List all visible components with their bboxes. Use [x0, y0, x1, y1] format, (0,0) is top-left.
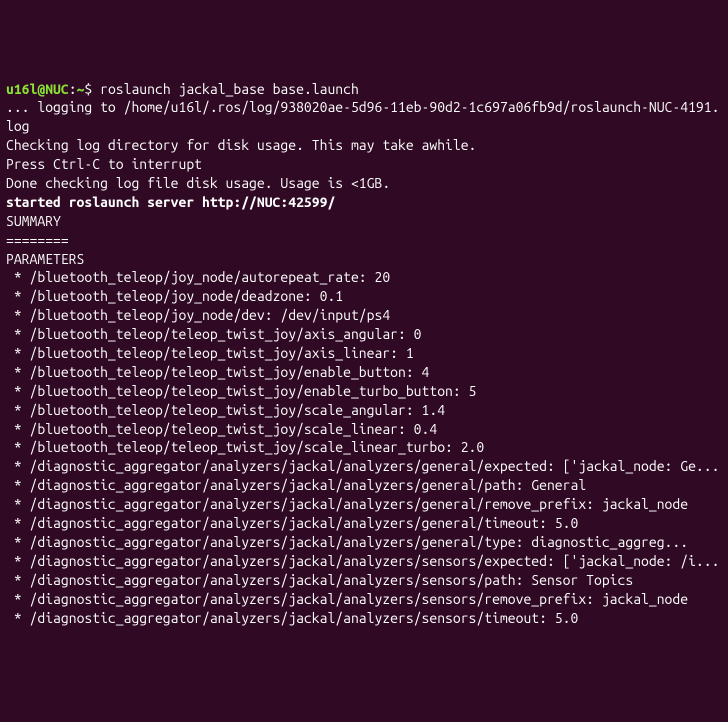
terminal-output[interactable]: u16l@NUC:~$ roslaunch jackal_base base.l…	[6, 80, 722, 628]
summary-header: SUMMARY	[6, 212, 722, 231]
parameter-line: * /bluetooth_teleop/teleop_twist_joy/sca…	[6, 420, 722, 439]
parameter-line: * /diagnostic_aggregator/analyzers/jacka…	[6, 476, 722, 495]
prompt-separator: :	[69, 81, 77, 97]
parameter-line: * /diagnostic_aggregator/analyzers/jacka…	[6, 552, 722, 571]
parameter-line: * /bluetooth_teleop/joy_node/autorepeat_…	[6, 268, 722, 287]
parameter-line: * /diagnostic_aggregator/analyzers/jacka…	[6, 495, 722, 514]
output-line: ... logging to /home/u16l/.ros/log/93802…	[6, 98, 722, 136]
command-text: roslaunch jackal_base base.launch	[100, 81, 359, 97]
parameter-line: * /diagnostic_aggregator/analyzers/jacka…	[6, 609, 722, 628]
started-server-line: started roslaunch server http://NUC:4259…	[6, 193, 722, 212]
parameter-line: * /diagnostic_aggregator/analyzers/jacka…	[6, 571, 722, 590]
parameter-line: * /bluetooth_teleop/teleop_twist_joy/axi…	[6, 325, 722, 344]
prompt-user-host: u16l@NUC	[6, 81, 69, 97]
parameter-line: * /bluetooth_teleop/joy_node/dev: /dev/i…	[6, 306, 722, 325]
output-line: Done checking log file disk usage. Usage…	[6, 174, 722, 193]
parameter-line: * /bluetooth_teleop/teleop_twist_joy/sca…	[6, 401, 722, 420]
output-line: Press Ctrl-C to interrupt	[6, 155, 722, 174]
parameter-line: * /diagnostic_aggregator/analyzers/jacka…	[6, 457, 722, 476]
output-line: Checking log directory for disk usage. T…	[6, 136, 722, 155]
parameter-line: * /bluetooth_teleop/teleop_twist_joy/axi…	[6, 344, 722, 363]
parameter-line: * /bluetooth_teleop/teleop_twist_joy/ena…	[6, 382, 722, 401]
parameter-line: * /diagnostic_aggregator/analyzers/jacka…	[6, 533, 722, 552]
parameters-header: PARAMETERS	[6, 250, 722, 269]
parameter-line: * /diagnostic_aggregator/analyzers/jacka…	[6, 514, 722, 533]
parameter-line: * /bluetooth_teleop/teleop_twist_joy/ena…	[6, 363, 722, 382]
parameter-line: * /bluetooth_teleop/teleop_twist_joy/sca…	[6, 438, 722, 457]
prompt-dollar: $	[84, 81, 100, 97]
prompt-line: u16l@NUC:~$ roslaunch jackal_base base.l…	[6, 80, 722, 99]
parameter-line: * /bluetooth_teleop/joy_node/deadzone: 0…	[6, 287, 722, 306]
summary-divider: ========	[6, 231, 722, 250]
parameter-line: * /diagnostic_aggregator/analyzers/jacka…	[6, 590, 722, 609]
